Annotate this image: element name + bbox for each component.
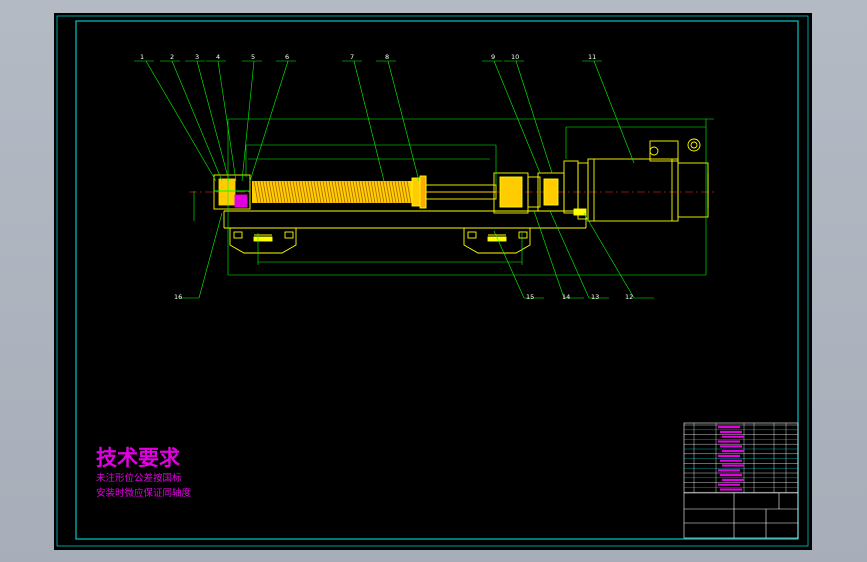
tech-requirements-block: 技术要求 未注形位公差按国标 安装时微应保证同轴度 <box>96 445 192 499</box>
balloon-9: 9 <box>491 53 495 61</box>
balloon-4: 4 <box>216 53 220 61</box>
balloon-6: 6 <box>285 53 289 61</box>
balloon-2: 2 <box>170 53 174 61</box>
support-left <box>229 228 297 254</box>
balloon-1: 1 <box>140 53 144 61</box>
leader-lines <box>134 60 654 299</box>
balloon-7: 7 <box>350 53 354 61</box>
tech-requirement-line-2: 安装时微应保证同轴度 <box>96 487 192 499</box>
cad-drawing-viewport[interactable]: 1 2 3 4 5 6 7 8 9 10 11 16 15 14 13 12 技… <box>54 13 812 550</box>
balloon-5: 5 <box>251 53 255 61</box>
right-bearing-coupling <box>493 160 579 214</box>
balloon-14: 14 <box>562 293 570 301</box>
inner-border <box>75 20 799 540</box>
assembly-drawing: 1 2 3 4 5 6 7 8 9 10 11 16 15 14 13 12 技… <box>56 15 809 547</box>
screw-nut <box>411 175 497 209</box>
balloon-labels-top: 1 2 3 4 5 6 7 8 9 10 11 <box>140 53 596 61</box>
balloon-16: 16 <box>174 293 182 301</box>
balloon-13: 13 <box>591 293 599 301</box>
balloon-15: 15 <box>526 293 534 301</box>
base-frame <box>223 208 587 229</box>
tech-requirements-title: 技术要求 <box>96 445 180 470</box>
tech-requirement-line-1: 未注形位公差按国标 <box>96 472 182 484</box>
balloon-11: 11 <box>588 53 596 61</box>
ball-screw <box>252 180 412 204</box>
balloon-3: 3 <box>195 53 199 61</box>
support-right <box>463 228 531 254</box>
servo-motor <box>577 138 709 222</box>
balloon-labels-bottom: 16 15 14 13 12 <box>174 293 633 301</box>
balloon-10: 10 <box>511 53 519 61</box>
balloon-12: 12 <box>625 293 633 301</box>
balloon-8: 8 <box>385 53 389 61</box>
parts-list-table <box>684 423 798 493</box>
